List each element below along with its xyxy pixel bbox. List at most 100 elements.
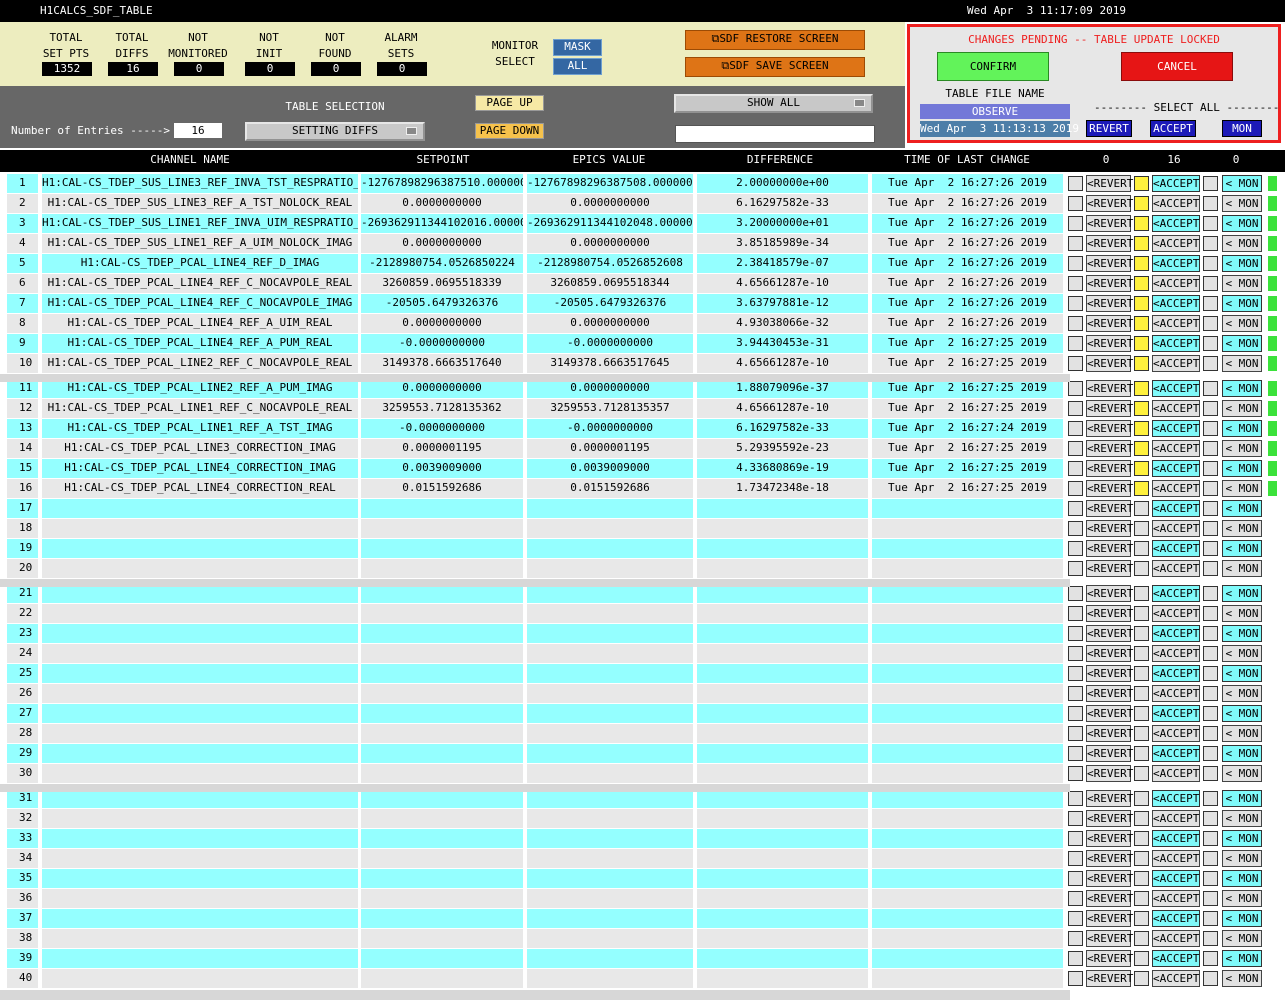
accept-button[interactable]: <ACCEPT xyxy=(1152,685,1200,702)
revert-button[interactable]: <REVERT xyxy=(1086,930,1133,947)
revert-button[interactable]: <REVERT xyxy=(1086,500,1133,517)
revert-checkbox[interactable] xyxy=(1068,256,1083,271)
mon-checkbox[interactable] xyxy=(1203,606,1218,621)
accept-checkbox[interactable] xyxy=(1134,871,1149,886)
mon-checkbox[interactable] xyxy=(1203,561,1218,576)
accept-button[interactable]: <ACCEPT xyxy=(1152,830,1200,847)
cancel-button[interactable]: CANCEL xyxy=(1121,52,1233,81)
revert-button[interactable]: <REVERT xyxy=(1086,315,1133,332)
accept-checkbox[interactable] xyxy=(1134,891,1149,906)
revert-button[interactable]: <REVERT xyxy=(1086,235,1133,252)
mon-button[interactable]: < MON xyxy=(1222,625,1262,642)
mon-button[interactable]: < MON xyxy=(1222,420,1262,437)
accept-button[interactable]: <ACCEPT xyxy=(1152,810,1200,827)
mon-button[interactable]: < MON xyxy=(1222,315,1262,332)
accept-button[interactable]: <ACCEPT xyxy=(1152,625,1200,642)
mon-button[interactable]: < MON xyxy=(1222,930,1262,947)
accept-checkbox[interactable] xyxy=(1134,236,1149,251)
mon-button[interactable]: < MON xyxy=(1222,665,1262,682)
accept-button[interactable]: <ACCEPT xyxy=(1152,235,1200,252)
mon-checkbox[interactable] xyxy=(1203,726,1218,741)
accept-button[interactable]: <ACCEPT xyxy=(1152,335,1200,352)
revert-checkbox[interactable] xyxy=(1068,971,1083,986)
accept-checkbox[interactable] xyxy=(1134,356,1149,371)
accept-button[interactable]: <ACCEPT xyxy=(1152,870,1200,887)
revert-checkbox[interactable] xyxy=(1068,276,1083,291)
accept-checkbox[interactable] xyxy=(1134,851,1149,866)
mon-checkbox[interactable] xyxy=(1203,951,1218,966)
accept-button[interactable]: <ACCEPT xyxy=(1152,460,1200,477)
mon-button[interactable]: < MON xyxy=(1222,295,1262,312)
accept-button[interactable]: <ACCEPT xyxy=(1152,765,1200,782)
revert-checkbox[interactable] xyxy=(1068,911,1083,926)
accept-checkbox[interactable] xyxy=(1134,316,1149,331)
mon-button[interactable]: < MON xyxy=(1222,850,1262,867)
revert-button[interactable]: <REVERT xyxy=(1086,970,1133,987)
revert-button[interactable]: <REVERT xyxy=(1086,665,1133,682)
mon-checkbox[interactable] xyxy=(1203,236,1218,251)
revert-checkbox[interactable] xyxy=(1068,461,1083,476)
mon-button[interactable]: < MON xyxy=(1222,460,1262,477)
mon-checkbox[interactable] xyxy=(1203,521,1218,536)
accept-button[interactable]: <ACCEPT xyxy=(1152,645,1200,662)
mon-button[interactable]: < MON xyxy=(1222,215,1262,232)
accept-button[interactable]: <ACCEPT xyxy=(1152,420,1200,437)
mask-button[interactable]: MASK xyxy=(553,39,602,56)
mon-checkbox[interactable] xyxy=(1203,851,1218,866)
accept-checkbox[interactable] xyxy=(1134,911,1149,926)
accept-button[interactable]: <ACCEPT xyxy=(1152,605,1200,622)
revert-button[interactable]: <REVERT xyxy=(1086,745,1133,762)
revert-checkbox[interactable] xyxy=(1068,666,1083,681)
mon-checkbox[interactable] xyxy=(1203,686,1218,701)
mon-checkbox[interactable] xyxy=(1203,356,1218,371)
accept-button[interactable]: <ACCEPT xyxy=(1152,970,1200,987)
mon-button[interactable]: < MON xyxy=(1222,540,1262,557)
mon-button[interactable]: < MON xyxy=(1222,970,1262,987)
mon-checkbox[interactable] xyxy=(1203,666,1218,681)
accept-checkbox[interactable] xyxy=(1134,791,1149,806)
accept-button[interactable]: <ACCEPT xyxy=(1152,215,1200,232)
mon-checkbox[interactable] xyxy=(1203,441,1218,456)
mon-checkbox[interactable] xyxy=(1203,811,1218,826)
accept-checkbox[interactable] xyxy=(1134,441,1149,456)
revert-checkbox[interactable] xyxy=(1068,791,1083,806)
accept-checkbox[interactable] xyxy=(1134,336,1149,351)
mon-checkbox[interactable] xyxy=(1203,481,1218,496)
revert-checkbox[interactable] xyxy=(1068,501,1083,516)
revert-checkbox[interactable] xyxy=(1068,236,1083,251)
revert-checkbox[interactable] xyxy=(1068,706,1083,721)
accept-button[interactable]: <ACCEPT xyxy=(1152,950,1200,967)
mon-button[interactable]: < MON xyxy=(1222,335,1262,352)
mon-button[interactable]: < MON xyxy=(1222,950,1262,967)
revert-checkbox[interactable] xyxy=(1068,421,1083,436)
accept-checkbox[interactable] xyxy=(1134,586,1149,601)
revert-button[interactable]: <REVERT xyxy=(1086,950,1133,967)
page-down-button[interactable]: PAGE DOWN xyxy=(475,123,544,139)
mon-button[interactable]: < MON xyxy=(1222,605,1262,622)
revert-button[interactable]: <REVERT xyxy=(1086,335,1133,352)
revert-button[interactable]: <REVERT xyxy=(1086,540,1133,557)
accept-checkbox[interactable] xyxy=(1134,766,1149,781)
accept-button[interactable]: <ACCEPT xyxy=(1152,500,1200,517)
accept-checkbox[interactable] xyxy=(1134,216,1149,231)
revert-checkbox[interactable] xyxy=(1068,541,1083,556)
all-button[interactable]: ALL xyxy=(553,58,602,75)
revert-checkbox[interactable] xyxy=(1068,646,1083,661)
revert-button[interactable]: <REVERT xyxy=(1086,355,1133,372)
accept-button[interactable]: <ACCEPT xyxy=(1152,255,1200,272)
accept-checkbox[interactable] xyxy=(1134,196,1149,211)
accept-button[interactable]: <ACCEPT xyxy=(1152,725,1200,742)
accept-button[interactable]: <ACCEPT xyxy=(1152,890,1200,907)
accept-checkbox[interactable] xyxy=(1134,686,1149,701)
revert-button[interactable]: <REVERT xyxy=(1086,175,1133,192)
revert-button[interactable]: <REVERT xyxy=(1086,400,1133,417)
accept-checkbox[interactable] xyxy=(1134,176,1149,191)
mon-button[interactable]: < MON xyxy=(1222,275,1262,292)
revert-button[interactable]: <REVERT xyxy=(1086,910,1133,927)
accept-checkbox[interactable] xyxy=(1134,541,1149,556)
accept-button[interactable]: <ACCEPT xyxy=(1152,665,1200,682)
mon-button[interactable]: < MON xyxy=(1222,355,1262,372)
revert-checkbox[interactable] xyxy=(1068,196,1083,211)
accept-checkbox[interactable] xyxy=(1134,706,1149,721)
revert-button[interactable]: <REVERT xyxy=(1086,830,1133,847)
